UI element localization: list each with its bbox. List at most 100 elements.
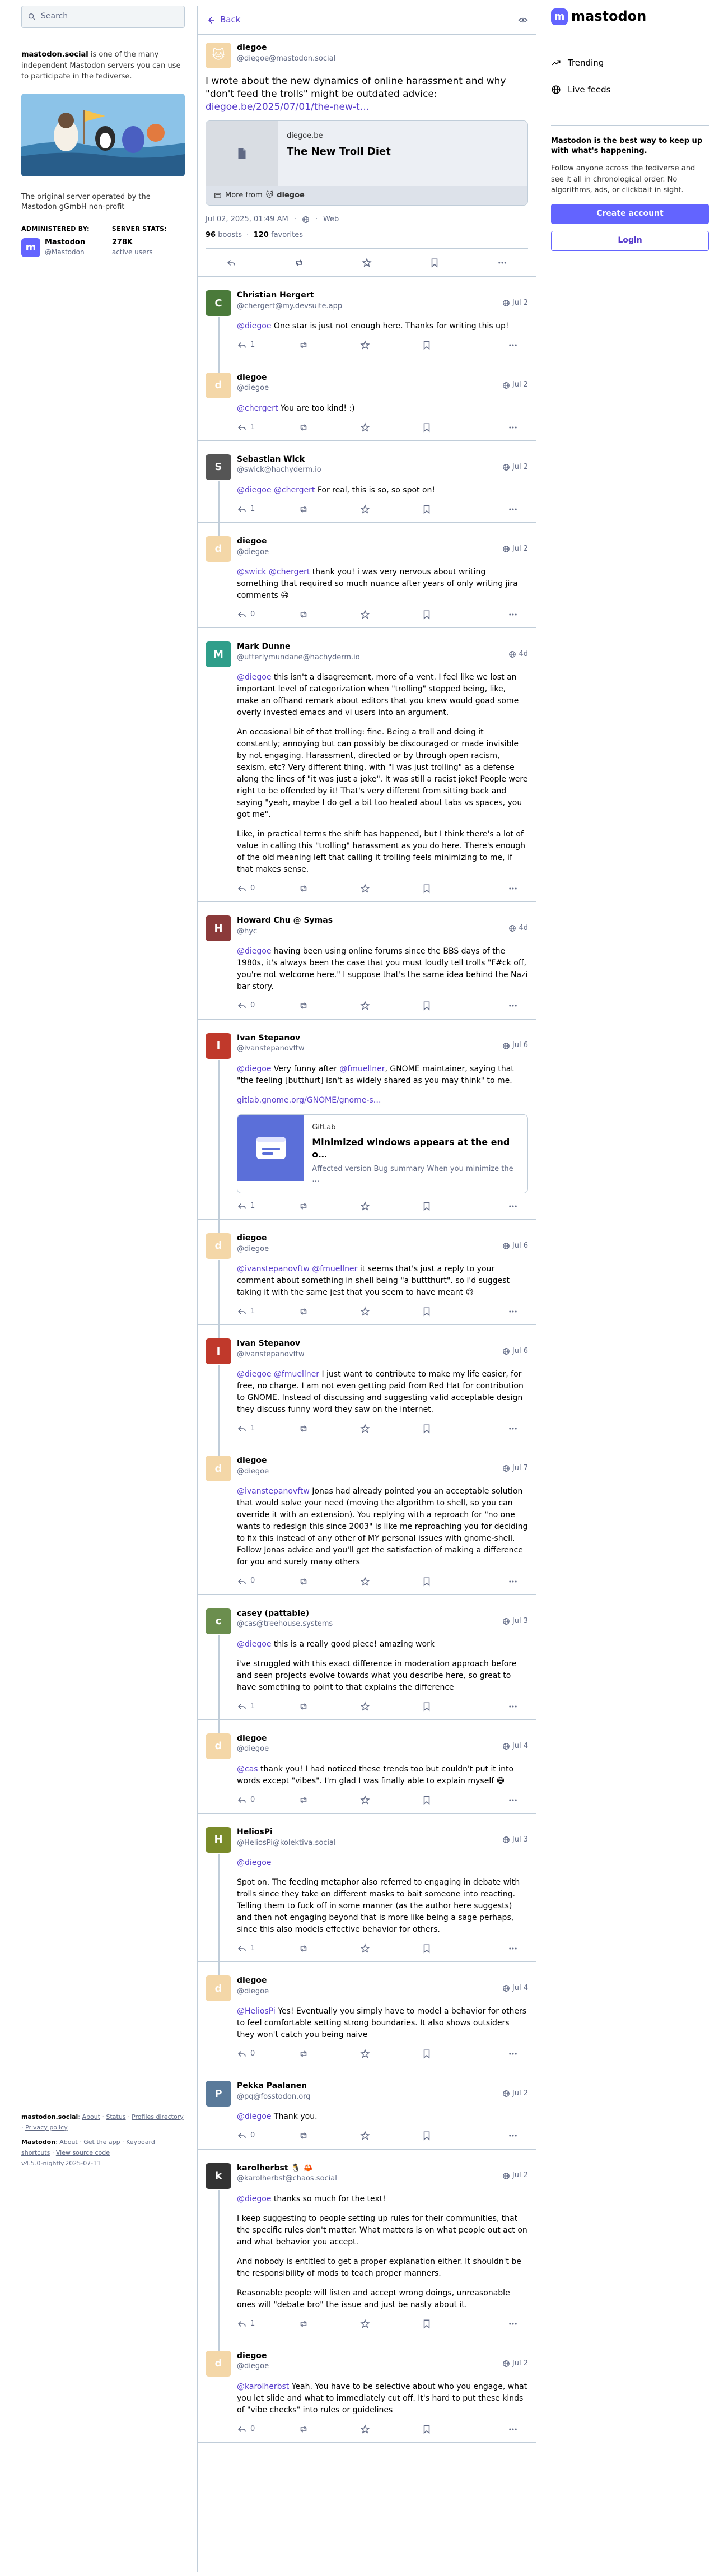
footer-link-profiles[interactable]: Profiles directory (132, 2113, 184, 2121)
bookmark-icon[interactable] (422, 2049, 432, 2059)
bookmark-button[interactable] (422, 1001, 483, 1011)
reply-author-name[interactable]: diegoe (237, 1733, 497, 1745)
bookmark-button[interactable] (422, 2424, 483, 2434)
boost-button[interactable] (298, 1795, 360, 1805)
reply-status[interactable]: d diegoe @diegoe Jul 4 @cas thank you! I had… (198, 1719, 536, 1814)
star-icon[interactable] (360, 340, 370, 350)
star-icon[interactable] (360, 1201, 370, 1211)
mention-link[interactable]: @diegoe (237, 2194, 271, 2203)
favorite-button[interactable] (360, 1201, 422, 1211)
reply-button[interactable]: 1 (237, 1201, 298, 1211)
bookmark-button[interactable] (422, 1201, 483, 1211)
more-button[interactable] (508, 2131, 518, 2141)
boost-icon[interactable] (298, 340, 309, 350)
boost-icon[interactable] (298, 1201, 309, 1211)
favs-count[interactable]: 120 (254, 231, 269, 239)
bookmark-icon[interactable] (422, 504, 432, 514)
reply-button[interactable]: 1 (237, 1306, 298, 1317)
reply-date[interactable]: Jul 6 (502, 1233, 528, 1259)
reply-button[interactable]: 0 (237, 2049, 298, 2059)
reply-button[interactable]: 0 (237, 610, 298, 620)
search-placeholder[interactable]: Search (41, 11, 68, 22)
avatar[interactable]: H (206, 915, 231, 942)
favorite-button[interactable] (360, 422, 422, 433)
eye-icon[interactable] (518, 15, 528, 25)
reply-status[interactable]: d diegoe @diegoe Jul 2 @karolherbst Yeah. Yo… (198, 2337, 536, 2443)
mastodon-logo[interactable]: m mastodon (551, 6, 709, 28)
bookmark-icon[interactable] (422, 340, 432, 350)
reply-author-name[interactable]: diegoe (237, 1456, 497, 1467)
footer-link-get-app[interactable]: Get the app (83, 2138, 120, 2146)
reply-icon[interactable] (226, 258, 236, 268)
reply-date[interactable]: Jul 6 (502, 1033, 528, 1059)
more-icon[interactable] (508, 2424, 518, 2434)
avatar[interactable]: 🐱 (206, 43, 231, 68)
boost-button[interactable] (298, 1577, 360, 1587)
avatar[interactable]: I (206, 1033, 231, 1059)
bookmark-button[interactable] (422, 2319, 483, 2329)
more-button[interactable] (508, 1943, 518, 1954)
reply-author-name[interactable]: Ivan Stepanov (237, 1033, 497, 1044)
boost-icon[interactable] (298, 1001, 309, 1011)
more-button[interactable] (508, 340, 518, 350)
star-icon[interactable] (362, 258, 372, 268)
bookmark-icon[interactable] (422, 2131, 432, 2141)
boost-icon[interactable] (298, 1943, 309, 1954)
boost-button[interactable] (298, 2424, 360, 2434)
card-more-from[interactable]: More from 🐱 diegoe (206, 185, 527, 205)
footer-link-about[interactable]: About (82, 2113, 100, 2121)
star-icon[interactable] (360, 1306, 370, 1317)
more-icon[interactable] (508, 1424, 518, 1434)
boost-button[interactable] (298, 884, 360, 894)
reply-button[interactable]: 0 (237, 1795, 298, 1805)
reply-date[interactable]: Jul 2 (502, 536, 528, 562)
reply-status[interactable]: c casey (pattable) @cas@treehouse.systems J… (198, 1595, 536, 1720)
more-button[interactable] (508, 1424, 518, 1434)
bookmark-button[interactable] (422, 504, 483, 514)
reply-date[interactable]: Jul 4 (502, 1733, 528, 1759)
avatar[interactable]: d (206, 1733, 231, 1759)
post-link[interactable]: diegoe.be/2025/07/01/the-new-t… (206, 101, 370, 113)
boost-icon[interactable] (298, 2131, 309, 2141)
reply-date[interactable]: Jul 6 (502, 1338, 528, 1364)
boost-button[interactable] (298, 1001, 360, 1011)
bookmark-button[interactable] (422, 1424, 483, 1434)
bookmark-button[interactable] (422, 2049, 483, 2059)
favorite-button[interactable] (360, 2131, 422, 2141)
reply-status[interactable]: S Sebastian Wick @swick@hachyderm.io Jul 2 @… (198, 441, 536, 523)
reply-date[interactable]: 4d (508, 641, 528, 667)
reply-date[interactable]: Jul 3 (502, 1608, 528, 1634)
bookmark-button[interactable] (422, 1795, 483, 1805)
avatar[interactable]: c (206, 1608, 231, 1634)
mention-link[interactable]: @fmuellner (339, 1064, 385, 1073)
boost-icon[interactable] (298, 504, 309, 514)
reply-author-name[interactable]: Sebastian Wick (237, 454, 497, 466)
favorite-button[interactable] (360, 610, 422, 620)
star-icon[interactable] (360, 422, 370, 433)
reply-status[interactable]: M Mark Dunne @utterlymundane@hachyderm.io 4… (198, 628, 536, 903)
main-post-author[interactable]: 🐱 diegoe @diegoe@mastodon.social (206, 43, 528, 68)
boost-button[interactable] (298, 2319, 360, 2329)
mention-link[interactable]: @diegoe (237, 947, 271, 956)
more-icon[interactable] (508, 504, 518, 514)
mention-link[interactable]: @diegoe (237, 1064, 271, 1073)
favorite-button[interactable] (360, 2049, 422, 2059)
bookmark-icon[interactable] (422, 422, 432, 433)
reply-date[interactable]: Jul 2 (502, 454, 528, 480)
favorite-button[interactable] (360, 884, 422, 894)
reply-link[interactable]: gitlab.gnome.org/GNOME/gnome-s… (237, 1096, 381, 1105)
boost-icon[interactable] (298, 2319, 309, 2329)
search-box[interactable]: Search (21, 6, 185, 28)
bookmark-button[interactable] (422, 422, 483, 433)
reply-author-name[interactable]: diegoe (237, 1233, 497, 1244)
reply-author-name[interactable]: Howard Chu @ Symas (237, 915, 503, 927)
boost-button[interactable] (298, 1306, 360, 1317)
reply-date[interactable]: 4d (508, 915, 528, 941)
more-button[interactable] (508, 2424, 518, 2434)
post-date[interactable]: Jul 02, 2025, 01:49 AM (206, 215, 288, 225)
reply-author-name[interactable]: Ivan Stepanov (237, 1338, 497, 1350)
star-icon[interactable] (360, 884, 370, 894)
boost-icon[interactable] (298, 2424, 309, 2434)
reply-status[interactable]: H Howard Chu @ Symas @hyc 4d @diegoe having … (198, 902, 536, 1020)
more-button[interactable] (508, 884, 518, 894)
